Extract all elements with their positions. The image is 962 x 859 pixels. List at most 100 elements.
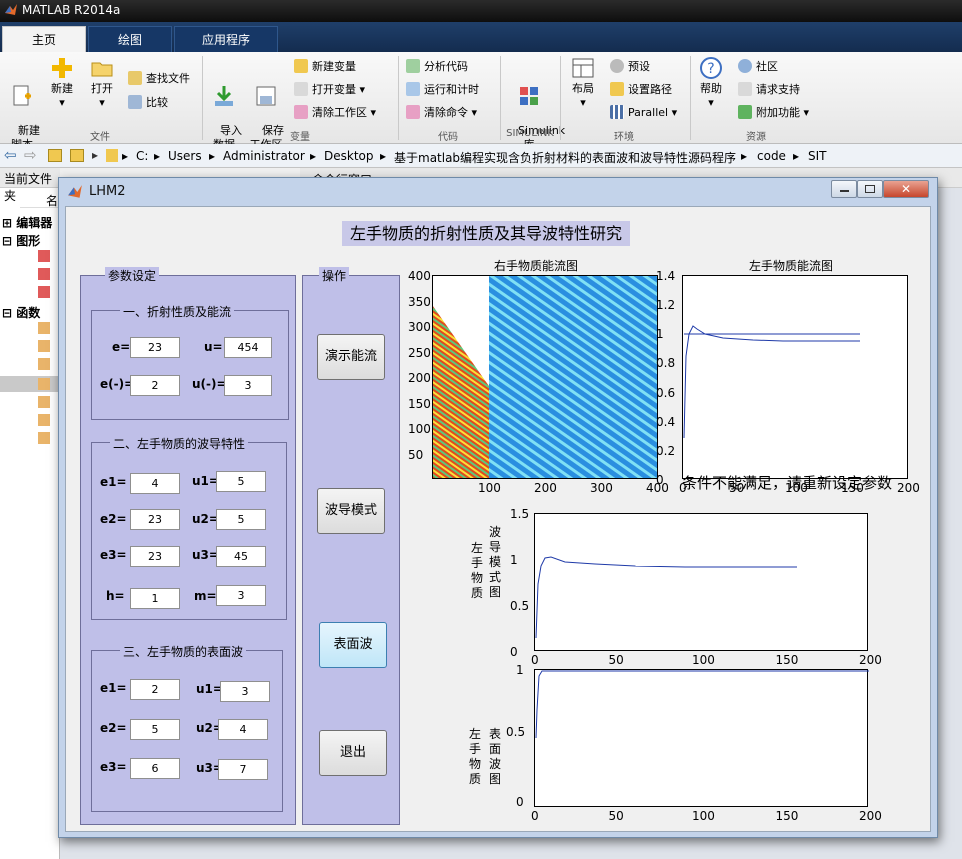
e1-input[interactable]: 4 (130, 473, 180, 494)
layout-button[interactable]: 布局 ▾ (566, 56, 600, 110)
waveguide-mode-button[interactable]: 波导模式 (317, 488, 385, 534)
tab-plots[interactable]: 绘图 (88, 26, 172, 52)
plot1-axes[interactable] (432, 275, 658, 479)
back-icon[interactable]: ⇦ (4, 146, 17, 164)
e-neg-input[interactable]: 2 (130, 375, 180, 396)
group-simulink: SIMULINK (506, 128, 554, 139)
ylabel-char: 手 (468, 742, 481, 756)
surface-u1-input[interactable]: 3 (220, 681, 270, 702)
u-neg-input[interactable]: 3 (224, 375, 272, 396)
param-label: u2= (192, 512, 219, 526)
function-file-icon[interactable] (38, 340, 50, 352)
u-input[interactable]: 454 (224, 337, 272, 358)
figure-file-icon[interactable] (38, 268, 50, 280)
plot4-axes[interactable] (534, 669, 869, 807)
new-variable-button[interactable]: 新建变量 (294, 58, 356, 76)
m-input[interactable]: 3 (216, 585, 266, 606)
path-part-project[interactable]: 基于matlab编程实现含负折射材料的表面波和波导特性源码程序 (394, 149, 736, 166)
add-ons-icon (738, 105, 752, 119)
function-file-icon[interactable] (38, 322, 50, 334)
selected-row[interactable] (0, 376, 60, 392)
plot3-axes[interactable] (534, 513, 868, 651)
plot2-axes[interactable] (682, 275, 908, 479)
surface-u3-input[interactable]: 7 (218, 759, 268, 780)
clear-workspace-button[interactable]: 清除工作区 ▾ (294, 104, 376, 122)
path-part-code[interactable]: code (757, 149, 786, 163)
param-label: e1= (100, 681, 127, 695)
path-part-drive[interactable]: C: (136, 149, 148, 163)
tab-home[interactable]: 主页 (2, 26, 86, 52)
path-part-users[interactable]: Users (168, 149, 202, 163)
support-icon (738, 82, 752, 96)
function-file-icon[interactable] (38, 396, 50, 408)
e3-input[interactable]: 23 (130, 546, 180, 567)
close-button[interactable]: ✕ (883, 180, 929, 198)
tree-item-functions[interactable]: ⊟ 函数 (2, 304, 40, 321)
request-support-button[interactable]: 请求支持 (738, 81, 800, 99)
figure-file-icon[interactable] (38, 250, 50, 262)
find-files-button[interactable]: 查找文件 (128, 70, 190, 88)
surface-u2-input[interactable]: 4 (218, 719, 268, 740)
open-button[interactable]: 打开 ▾ (84, 56, 120, 110)
layout-icon (572, 58, 594, 78)
function-file-icon[interactable] (38, 358, 50, 370)
surface-e2-input[interactable]: 5 (130, 719, 180, 740)
maximize-button[interactable] (857, 180, 883, 198)
surface-wave-button[interactable]: 表面波 (319, 622, 387, 668)
exit-button[interactable]: 退出 (319, 730, 387, 776)
clear-commands-button[interactable]: 清除命令 ▾ (406, 104, 477, 122)
tree-item-editor[interactable]: ⊞ 编辑器 (2, 214, 52, 231)
path-separator: ▸ (741, 149, 748, 163)
new-button[interactable]: 新建 ▾ (44, 56, 80, 110)
minimize-button[interactable] (831, 180, 857, 198)
figure-file-icon[interactable] (38, 286, 50, 298)
browse-folder-icon[interactable] (70, 149, 84, 162)
forward-icon[interactable]: ⇨ (24, 146, 37, 164)
plot2-xtick: 150 (841, 481, 864, 495)
minimize-icon (839, 190, 849, 192)
ylabel-char: 物 (470, 571, 483, 585)
preferences-button[interactable]: 预设 (610, 58, 650, 76)
param-label: u(-)= (192, 377, 227, 391)
plot3-lines (535, 556, 797, 639)
name-column-header[interactable]: 名 (20, 192, 60, 208)
demo-energy-flow-button[interactable]: 演示能流 (317, 334, 385, 380)
analyze-code-button[interactable]: 分析代码 (406, 58, 468, 76)
plot4-xtick: 0 (531, 809, 539, 823)
function-file-icon[interactable] (38, 378, 50, 390)
tab-apps[interactable]: 应用程序 (174, 26, 278, 52)
function-file-icon[interactable] (38, 414, 50, 426)
plot2-ytick: 0.4 (656, 414, 676, 429)
plot2-lines (683, 325, 860, 439)
surface-e3-input[interactable]: 6 (130, 758, 180, 779)
ylabel-char: 面 (488, 742, 501, 756)
u3-input[interactable]: 45 (216, 546, 266, 567)
tree-item-figures[interactable]: ⊟ 图形 (2, 232, 40, 249)
up-folder-icon[interactable] (48, 149, 62, 162)
u2-input[interactable]: 5 (216, 509, 266, 530)
u1-input[interactable]: 5 (216, 471, 266, 492)
help-button[interactable]: ? 帮助 ▾ (696, 56, 726, 110)
param-label: e2= (100, 512, 127, 526)
set-path-button[interactable]: 设置路径 (610, 81, 672, 99)
path-part-sit[interactable]: SIT (808, 149, 827, 163)
parallel-button[interactable]: Parallel ▾ (610, 104, 677, 122)
e2-input[interactable]: 23 (130, 509, 180, 530)
run-time-label: 运行和计时 (424, 83, 479, 96)
community-label: 社区 (756, 60, 778, 73)
path-part-desktop[interactable]: Desktop (324, 149, 374, 163)
h-input[interactable]: 1 (130, 588, 180, 609)
community-button[interactable]: 社区 (738, 58, 778, 76)
params-panel-title: 参数设定 (105, 267, 160, 284)
add-ons-button[interactable]: 附加功能 ▾ (738, 104, 809, 122)
ylabel-char: 手 (470, 556, 483, 570)
path-part-administrator[interactable]: Administrator (223, 149, 305, 163)
clear-workspace-label: 清除工作区 (312, 106, 367, 119)
compare-button[interactable]: 比较 (128, 94, 168, 112)
run-time-button[interactable]: 运行和计时 (406, 81, 479, 99)
e-input[interactable]: 23 (130, 337, 180, 358)
plot3-xtick: 100 (692, 653, 715, 667)
surface-e1-input[interactable]: 2 (130, 679, 180, 700)
function-file-icon[interactable] (38, 432, 50, 444)
open-variable-button[interactable]: 打开变量 ▾ (294, 81, 365, 99)
